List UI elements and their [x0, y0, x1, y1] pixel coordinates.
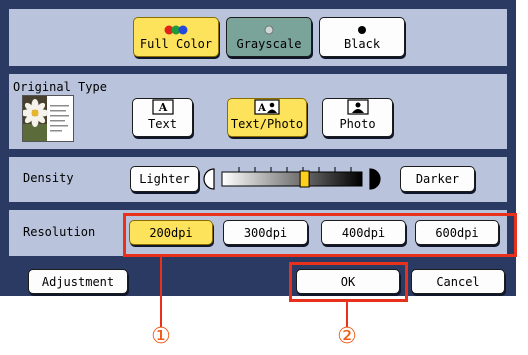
darker-label: Darker [415, 172, 460, 186]
full-color-button[interactable]: Full Color [133, 17, 219, 57]
photo-button[interactable]: Photo [322, 98, 393, 137]
black-dot-icon [358, 26, 366, 34]
color-mode-row: Full Color Grayscale Black [9, 9, 507, 66]
text-photo-label: Text/Photo [230, 117, 304, 131]
adjustment-label: Adjustment [41, 274, 115, 289]
lighter-label: Lighter [139, 172, 190, 186]
cancel-label: Cancel [436, 274, 480, 289]
callout-2-number: ② [337, 324, 357, 349]
grayscale-button[interactable]: Grayscale [226, 17, 312, 57]
gray-dot-icon [264, 25, 274, 35]
ok-highlight-frame [289, 262, 408, 302]
flower-photo-icon [23, 96, 69, 141]
rgb-dots-icon [164, 25, 188, 35]
resolution-label: Resolution [23, 225, 96, 239]
darker-half-circle-icon [369, 168, 381, 190]
text-button[interactable]: A Text [132, 98, 193, 137]
black-label: Black [343, 37, 381, 51]
resolution-highlight-frame [123, 213, 517, 257]
grayscale-label: Grayscale [236, 37, 302, 51]
callout-1-leader-line [160, 257, 162, 327]
adjustment-button[interactable]: Adjustment [28, 269, 128, 294]
lighter-button[interactable]: Lighter [130, 166, 199, 192]
density-label: Density [23, 171, 74, 185]
cancel-button[interactable]: Cancel [411, 269, 505, 294]
original-type-label: Original Type [13, 80, 107, 94]
full-color-label: Full Color [139, 37, 213, 51]
callout-1-number: ① [151, 324, 171, 349]
text-photo-doc-icon: A [254, 99, 280, 115]
density-slider[interactable] [202, 165, 385, 193]
darker-button[interactable]: Darker [400, 166, 475, 192]
svg-text:A: A [257, 103, 266, 114]
original-type-row: Original Type A Text A Text/Photo Photo [9, 74, 507, 149]
photo-label: Photo [339, 117, 376, 131]
original-type-thumbnail [22, 95, 74, 142]
lighter-half-circle-icon [203, 168, 215, 190]
svg-text:A: A [157, 101, 167, 114]
density-row: Density Lighter Darker [9, 157, 507, 202]
photo-doc-icon [346, 99, 369, 115]
text-label: Text [148, 117, 177, 131]
black-button[interactable]: Black [319, 17, 405, 57]
density-slider-thumb [299, 170, 310, 188]
text-photo-button[interactable]: A Text/Photo [227, 98, 307, 137]
text-doc-icon: A [151, 99, 174, 115]
